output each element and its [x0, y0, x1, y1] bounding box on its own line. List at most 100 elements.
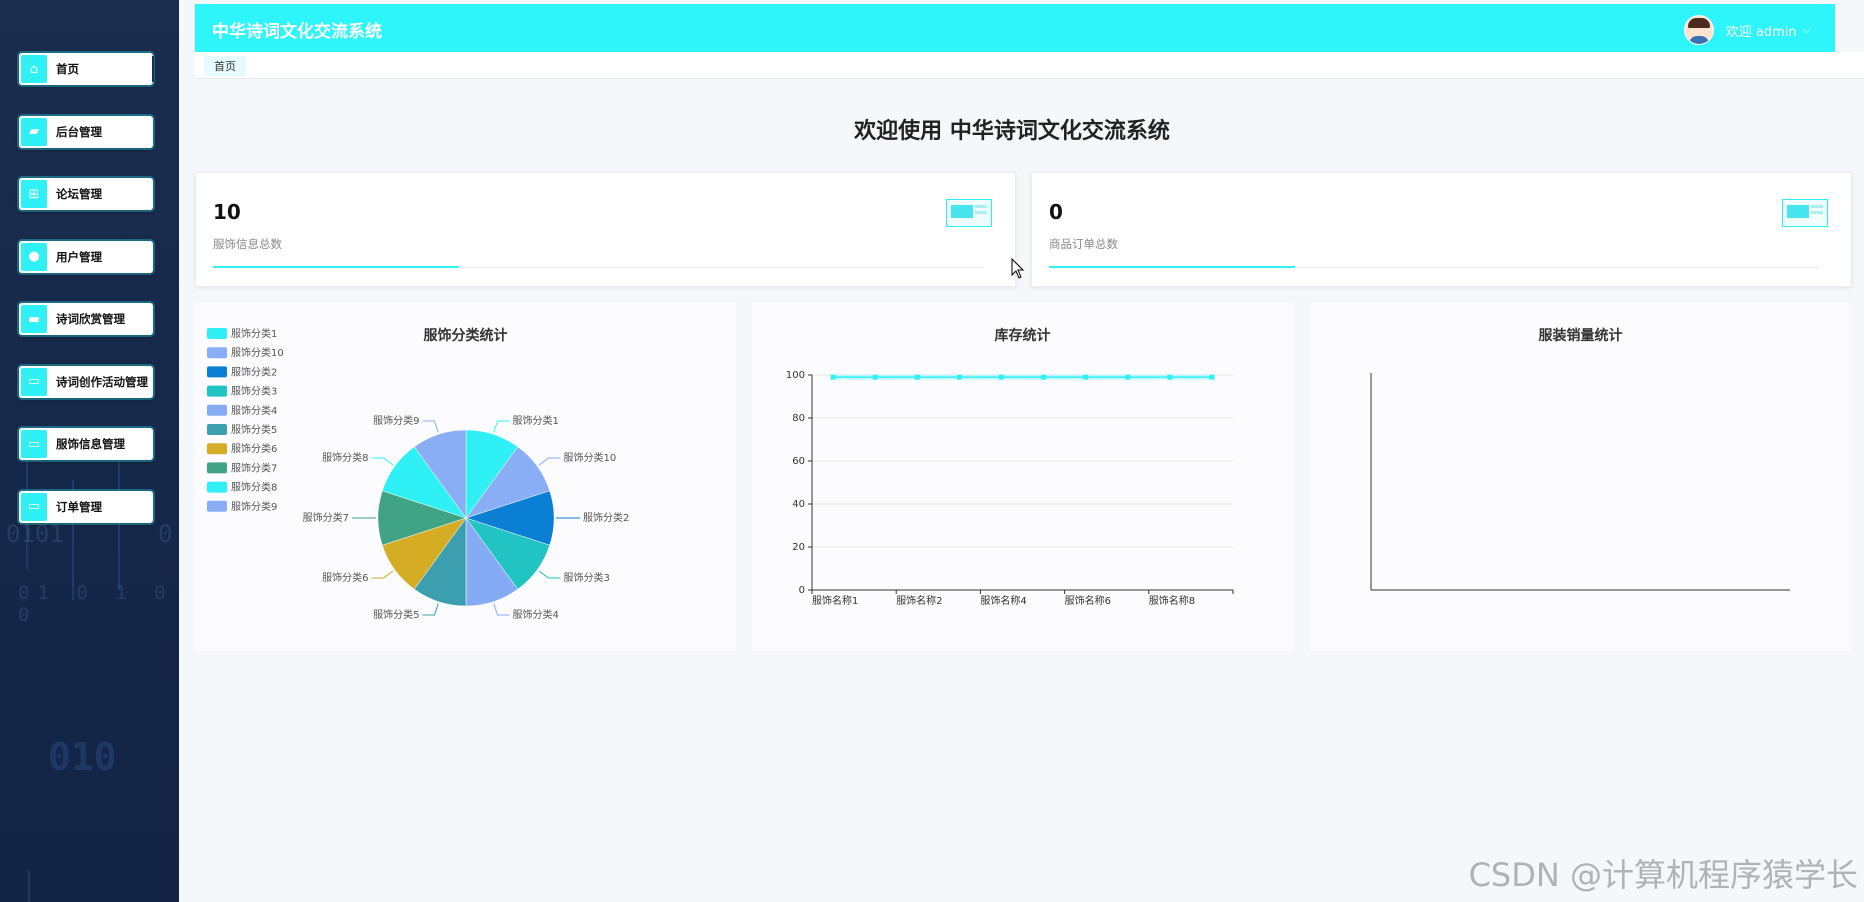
avatar	[1683, 15, 1714, 45]
legend-swatch	[207, 366, 227, 378]
legend-swatch	[207, 500, 227, 512]
doc-icon: ▭	[21, 492, 47, 521]
pie-label: 服饰分类2	[583, 511, 629, 524]
legend-label: 服饰分类7	[231, 461, 277, 474]
sidebar-item-poetry[interactable]: ▬ 诗词欣赏管理	[19, 303, 153, 335]
pie-label-line	[538, 570, 561, 579]
sales-chart-panel: 服装销量统计	[1310, 303, 1851, 651]
pie-label: 服饰分类9	[373, 414, 419, 427]
pie-label: 服饰分类8	[322, 451, 368, 464]
doc-icon: ▭	[21, 430, 47, 458]
y-tick-label: 40	[792, 499, 805, 510]
pie-label: 服饰分类7	[303, 511, 349, 524]
data-point	[830, 374, 836, 380]
legend-swatch	[207, 328, 227, 339]
data-point	[914, 374, 920, 380]
data-point	[1041, 374, 1047, 380]
watermark: CSDN @计算机程序猿学长	[1468, 856, 1858, 894]
pie-label-line	[538, 457, 561, 466]
legend-label: 服饰分类10	[231, 346, 284, 359]
x-tick-label: 服饰名称6	[1065, 594, 1111, 607]
sidebar-item-label: 首页	[56, 62, 79, 76]
pie-label-line	[493, 603, 510, 616]
sidebar-item-clothing[interactable]: ▭ 服饰信息管理	[19, 428, 153, 460]
chevron-down-icon: ⌵	[1802, 23, 1811, 36]
legend-label: 服饰分类5	[231, 423, 277, 436]
stat-progress-fill	[213, 266, 460, 268]
y-tick-label: 20	[792, 542, 805, 553]
top-header: 中华诗词文化交流系统 欢迎 admin ⌵	[195, 4, 1835, 52]
stat-label: 服饰信息总数	[213, 237, 282, 251]
legend-swatch	[207, 462, 227, 474]
bg-binary-text: 0	[158, 520, 173, 548]
stat-progress-track	[1049, 266, 1819, 268]
legend-swatch	[207, 424, 227, 435]
page-title: 欢迎使用 中华诗词文化交流系统	[854, 119, 1170, 144]
y-tick-label: 0	[799, 585, 805, 596]
x-tick-label: 服饰名称2	[896, 594, 942, 607]
stat-card-orders: 0 商品订单总数	[1031, 172, 1852, 287]
data-point	[1125, 374, 1131, 380]
pie-label-line	[371, 570, 394, 579]
sidebar-item-label: 服饰信息管理	[56, 437, 125, 451]
data-point	[1083, 374, 1089, 380]
sidebar-item-label: 用户管理	[56, 249, 102, 264]
pie-label-line	[493, 420, 510, 433]
legend-label: 服饰分类3	[231, 385, 277, 398]
sales-chart	[1370, 373, 1790, 591]
book-icon: ▬	[21, 305, 47, 333]
sidebar-item-forum[interactable]: ⊞ 论坛管理	[19, 178, 153, 210]
sidebar-item-activities[interactable]: ▭ 诗词创作活动管理	[19, 365, 153, 398]
stat-value: 10	[213, 200, 241, 224]
pie-label-line	[371, 457, 394, 466]
stat-image	[1782, 199, 1828, 227]
sidebar-item-label: 论坛管理	[56, 187, 102, 201]
legend-swatch	[207, 443, 227, 455]
legend-label: 服饰分类2	[231, 365, 277, 378]
legend-label: 服饰分类1	[231, 327, 277, 340]
legend-label: 服饰分类9	[231, 500, 277, 513]
sidebar-item-home[interactable]: ⌂ 首页	[19, 53, 154, 85]
stat-value: 0	[1049, 200, 1063, 224]
line-chart: 0 20 40 60 80 100 服饰名称1 服饰名称2 服饰名称4 服饰名称6 服饰名称8	[786, 370, 1234, 607]
tab-home[interactable]: 首页	[204, 56, 246, 76]
legend-swatch	[207, 347, 227, 359]
pie-label: 服饰分类10	[564, 451, 617, 464]
x-tick-label: 服饰名称4	[980, 594, 1026, 607]
data-point	[1209, 374, 1215, 380]
data-point	[872, 374, 878, 380]
sidebar-item-label: 订单管理	[56, 499, 102, 514]
legend-label: 服饰分类4	[231, 404, 277, 417]
pie-chart: 服饰分类1 服饰分类10 服饰分类2 服饰分类3 服饰分类4 服饰分类5 服饰分类6 服饰分类…	[207, 327, 629, 621]
stat-image	[946, 199, 992, 227]
mouse-cursor-icon	[1011, 258, 1025, 279]
x-tick-label: 服饰名称8	[1149, 594, 1195, 607]
stat-progress-fill	[1049, 266, 1296, 268]
pie-chart-panel: 服饰分类统计 服饰分类1 服饰分类10 服饰分类2 服饰分类3 服饰分类4 服饰分类5 服饰…	[195, 303, 736, 651]
user-icon: ●	[21, 242, 47, 271]
sidebar-item-label: 诗词创作活动管理	[56, 374, 148, 389]
sidebar-item-orders[interactable]: ▭ 订单管理	[19, 490, 153, 523]
home-icon: ⌂	[21, 55, 47, 83]
pie-label: 服饰分类4	[513, 608, 559, 621]
bg-binary-text: 010	[48, 735, 117, 779]
pie-label: 服饰分类6	[322, 571, 368, 584]
pie-label: 服饰分类1	[513, 414, 559, 427]
x-tick-label: 服饰名称1	[812, 594, 858, 607]
grid-icon: ⊞	[21, 180, 47, 208]
doc-icon: ▭	[21, 367, 47, 396]
legend-swatch	[207, 404, 227, 416]
data-point	[956, 374, 962, 380]
legend-swatch	[207, 385, 227, 397]
stat-label: 商品订单总数	[1049, 237, 1118, 251]
bg-binary-text: 01 0 1 0 0	[18, 582, 174, 626]
data-point	[998, 374, 1004, 380]
sidebar-item-users[interactable]: ● 用户管理	[19, 240, 153, 273]
y-tick-label: 60	[792, 456, 805, 467]
welcome-user-text: 欢迎 admin	[1725, 24, 1797, 40]
data-point	[1167, 374, 1173, 380]
user-menu[interactable]: 欢迎 admin ⌵	[1683, 15, 1811, 45]
y-tick-label: 80	[792, 413, 805, 424]
sidebar-item-label: 诗词欣赏管理	[56, 312, 125, 326]
line-chart-panel: 库存统计 0 20 40 60 80 100 服饰名称1 服饰名称2 服饰名称4 服饰名称6 服饰名…	[752, 303, 1293, 651]
